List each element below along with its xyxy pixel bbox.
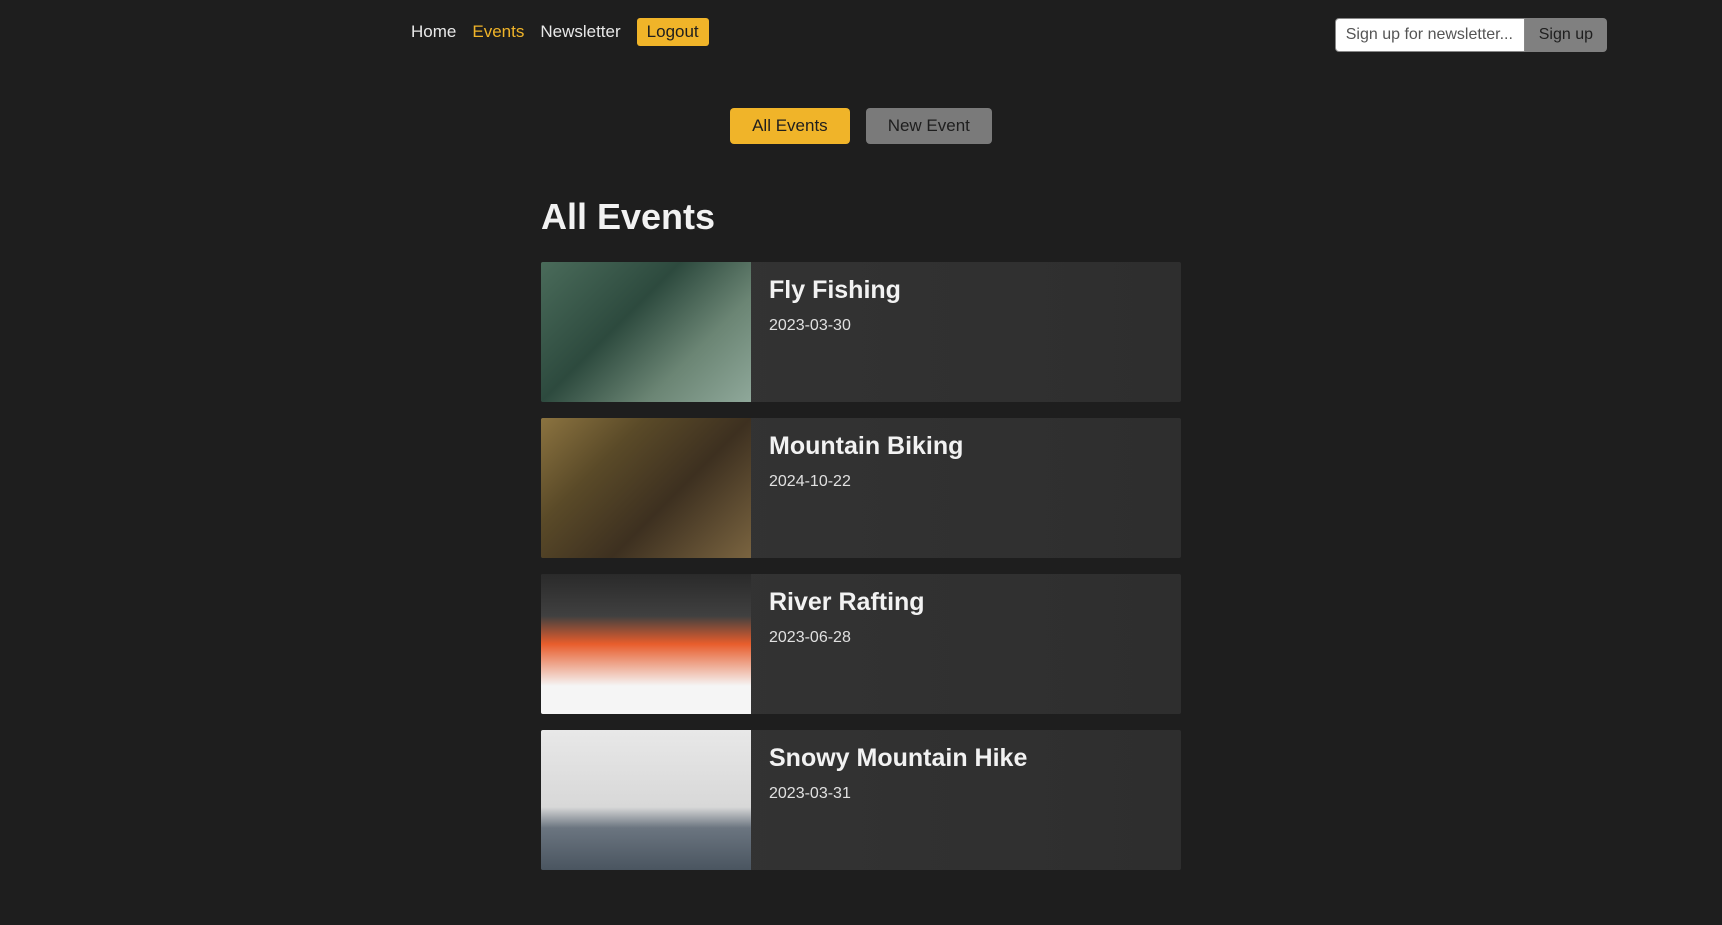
event-date: 2024-10-22 bbox=[769, 473, 963, 491]
page-title: All Events bbox=[541, 196, 1181, 238]
logout-button[interactable]: Logout bbox=[637, 18, 709, 46]
event-thumb bbox=[541, 418, 751, 558]
nav-newsletter[interactable]: Newsletter bbox=[540, 22, 620, 42]
event-body: Snowy Mountain Hike 2023-03-31 bbox=[751, 730, 1045, 870]
newsletter-input[interactable] bbox=[1335, 18, 1525, 52]
tabs: All Events New Event bbox=[0, 108, 1722, 144]
event-card[interactable]: Snowy Mountain Hike 2023-03-31 bbox=[541, 730, 1181, 870]
main-nav: Home Events Newsletter Logout bbox=[411, 18, 709, 46]
header: Home Events Newsletter Logout Sign up bbox=[411, 0, 1311, 46]
event-card[interactable]: Fly Fishing 2023-03-30 bbox=[541, 262, 1181, 402]
event-date: 2023-03-31 bbox=[769, 785, 1027, 803]
event-date: 2023-06-28 bbox=[769, 629, 925, 647]
tab-new-event[interactable]: New Event bbox=[866, 108, 992, 144]
event-body: River Rafting 2023-06-28 bbox=[751, 574, 943, 714]
event-title: Mountain Biking bbox=[769, 432, 963, 461]
event-list: Fly Fishing 2023-03-30 Mountain Biking 2… bbox=[541, 262, 1181, 870]
event-card[interactable]: River Rafting 2023-06-28 bbox=[541, 574, 1181, 714]
tab-all-events[interactable]: All Events bbox=[730, 108, 850, 144]
event-title: Snowy Mountain Hike bbox=[769, 744, 1027, 773]
event-card[interactable]: Mountain Biking 2024-10-22 bbox=[541, 418, 1181, 558]
event-thumb bbox=[541, 262, 751, 402]
signup-button[interactable]: Sign up bbox=[1525, 18, 1607, 52]
event-title: River Rafting bbox=[769, 588, 925, 617]
event-body: Fly Fishing 2023-03-30 bbox=[751, 262, 919, 402]
event-thumb bbox=[541, 574, 751, 714]
event-title: Fly Fishing bbox=[769, 276, 901, 305]
event-thumb bbox=[541, 730, 751, 870]
event-date: 2023-03-30 bbox=[769, 317, 901, 335]
newsletter-form: Sign up bbox=[1335, 18, 1607, 52]
main: All Events Fly Fishing 2023-03-30 Mounta… bbox=[541, 196, 1181, 870]
event-body: Mountain Biking 2024-10-22 bbox=[751, 418, 981, 558]
nav-home[interactable]: Home bbox=[411, 22, 456, 42]
nav-events[interactable]: Events bbox=[472, 22, 524, 42]
